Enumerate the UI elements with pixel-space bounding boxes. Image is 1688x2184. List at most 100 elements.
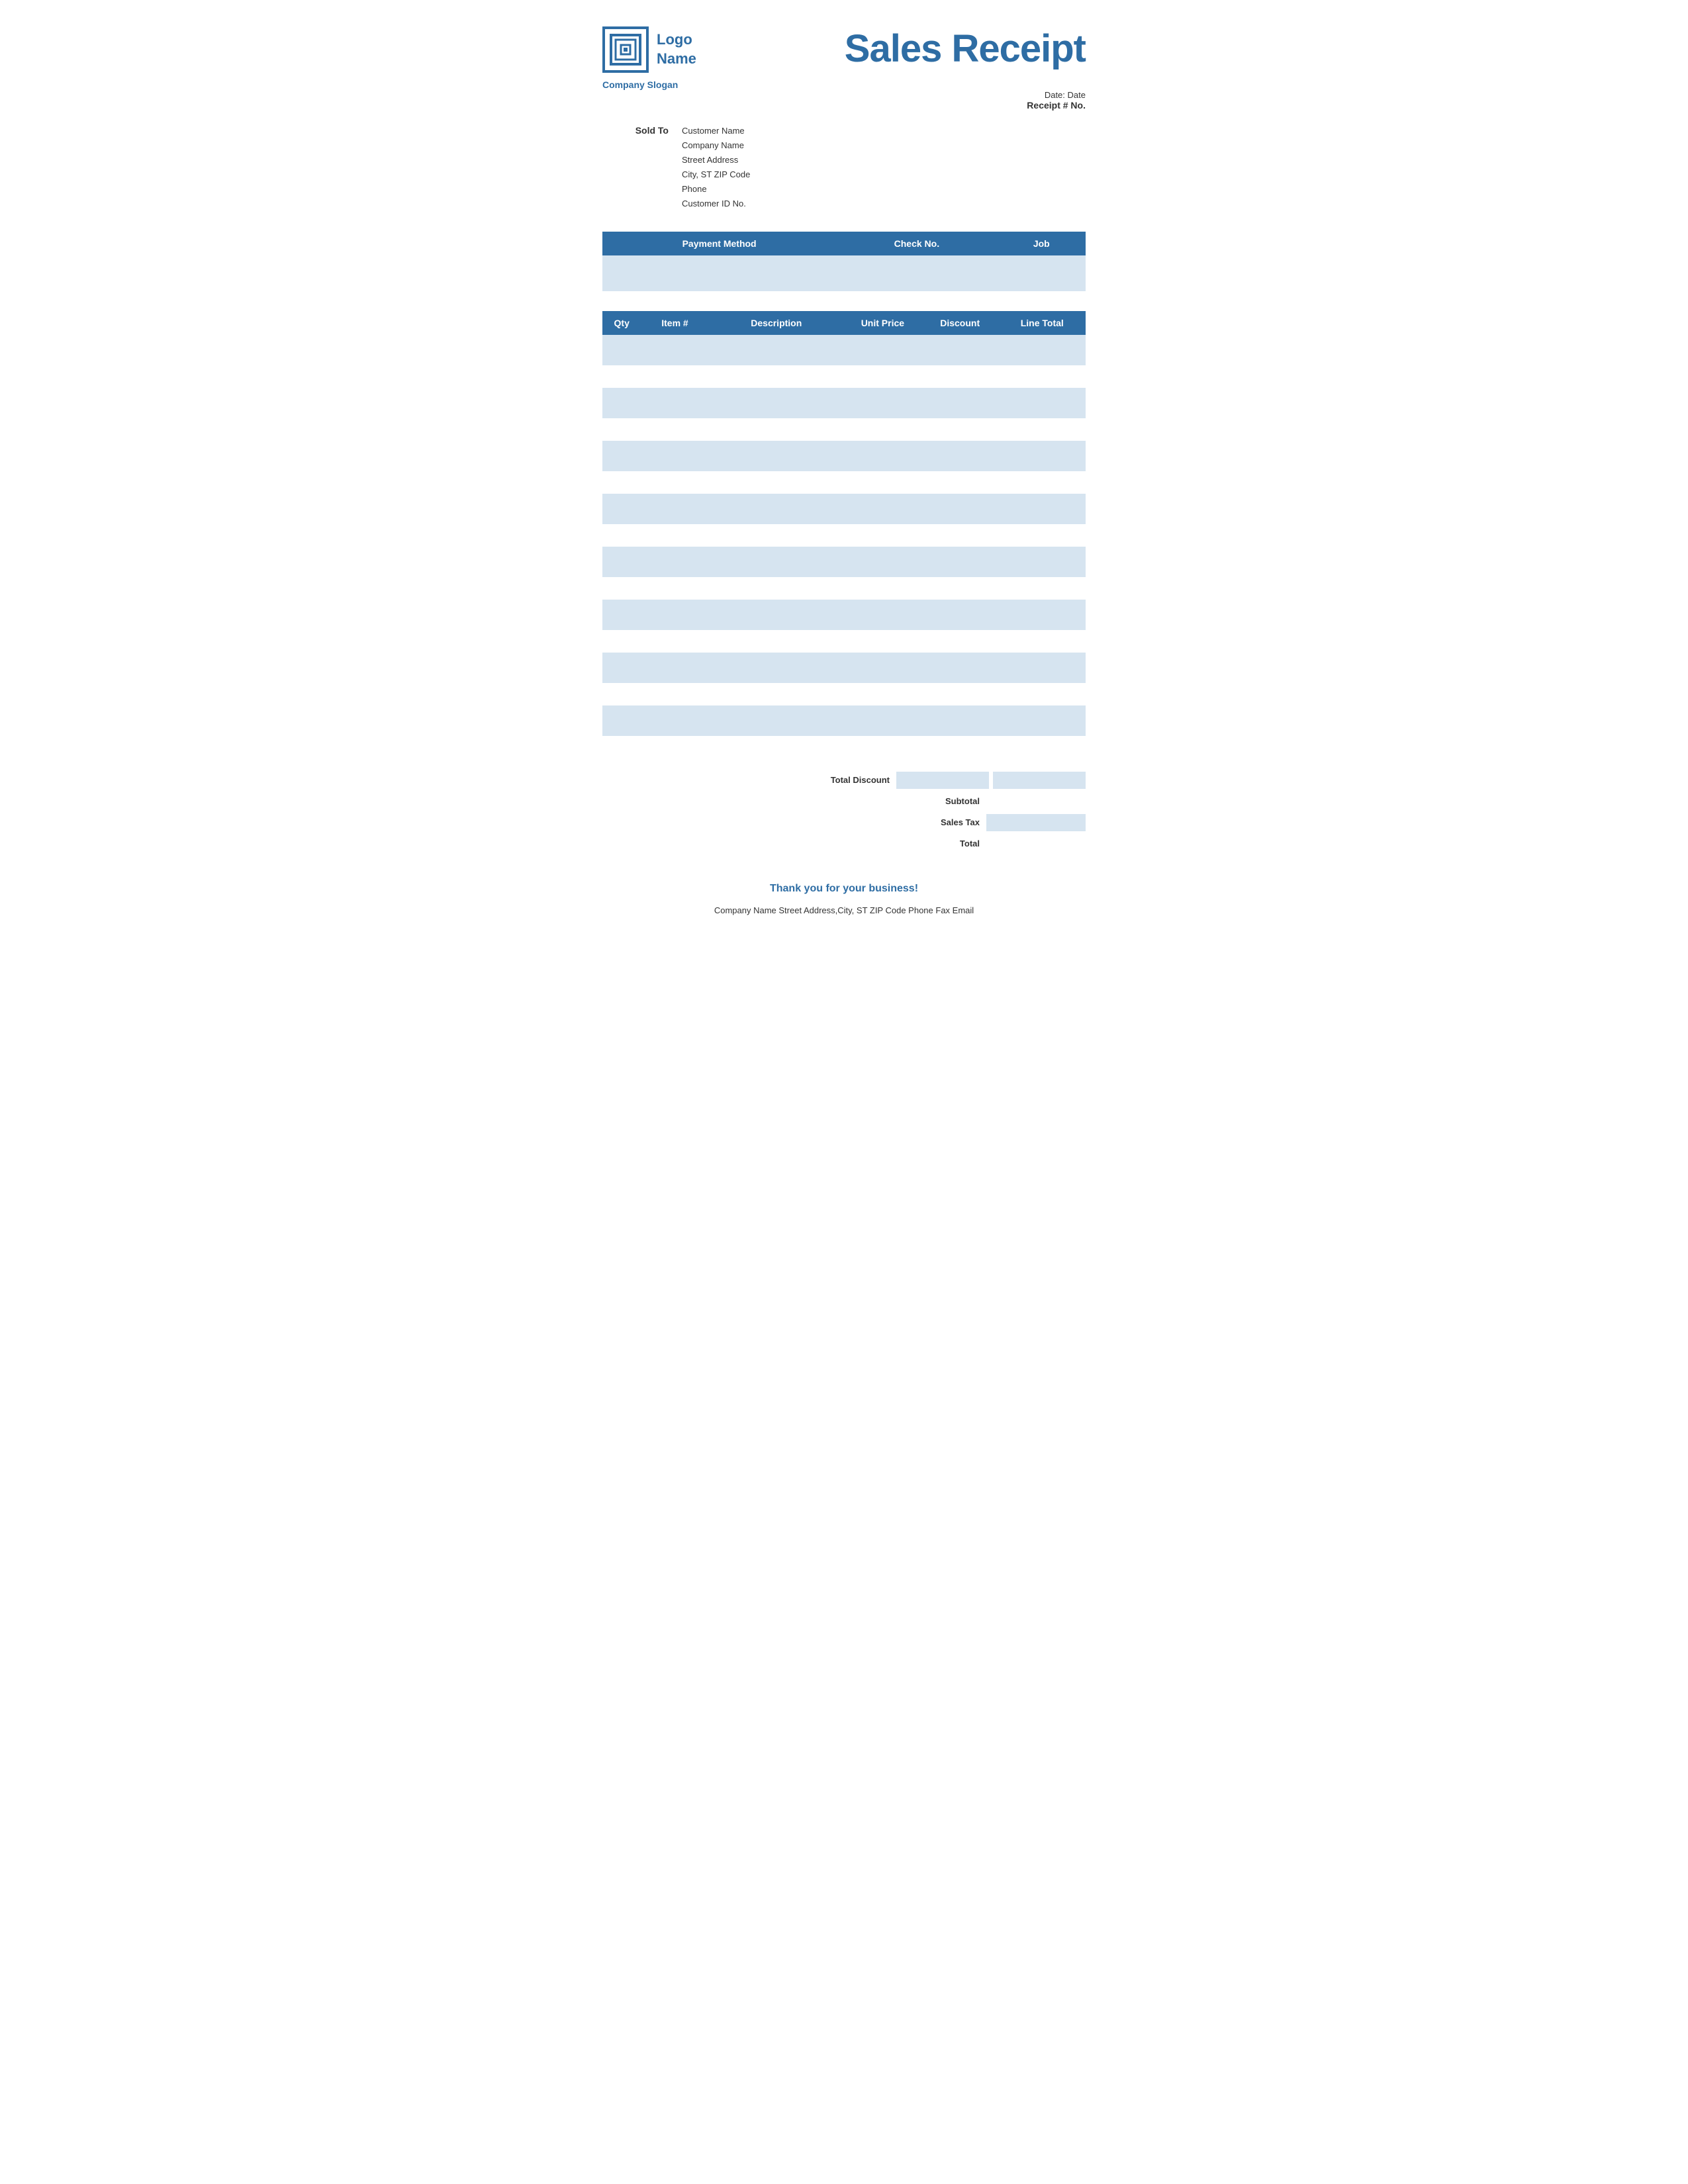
- footer-address: Company Name Street Address,City, ST ZIP…: [602, 905, 1086, 915]
- desc-cell: [709, 494, 844, 525]
- disc-cell: [921, 441, 999, 473]
- items-table: Qty Item # Description Unit Price Discou…: [602, 311, 1086, 758]
- sales-tax-label: Sales Tax: [894, 817, 986, 827]
- unit-cell: [844, 441, 921, 473]
- line-cell: [999, 547, 1086, 578]
- table-row: [602, 388, 1086, 420]
- unit-cell: [844, 494, 921, 525]
- blank-row: [602, 631, 1086, 653]
- street-address: Street Address: [682, 153, 750, 167]
- blank-row: [602, 473, 1086, 494]
- item-header: Item #: [641, 311, 708, 335]
- table-row: [602, 653, 1086, 684]
- total-discount-boxes: [896, 772, 1086, 789]
- check-no-header: Check No.: [836, 232, 997, 255]
- logo-icon: [602, 26, 649, 73]
- total-discount-box2: [993, 772, 1086, 789]
- qty-cell: [602, 547, 641, 578]
- table-row: [602, 441, 1086, 473]
- page-title: Sales Receipt: [845, 26, 1086, 71]
- job-header: Job: [998, 232, 1086, 255]
- total-discount-label: Total Discount: [804, 775, 896, 785]
- desc-cell: [709, 705, 844, 737]
- payment-table: Payment Method Check No. Job: [602, 232, 1086, 291]
- check-no-cell: [836, 255, 997, 291]
- line-total-header: Line Total: [999, 311, 1086, 335]
- blank-row: [602, 420, 1086, 441]
- qty-cell: [602, 441, 641, 473]
- totals-section: Total Discount Subtotal Sales Tax Total: [602, 772, 1086, 856]
- unit-cell: [844, 705, 921, 737]
- unit-price-header: Unit Price: [844, 311, 921, 335]
- table-row: [602, 600, 1086, 631]
- sales-tax-value: [986, 814, 1086, 831]
- customer-name: Customer Name: [682, 124, 750, 138]
- subtotal-row: Subtotal: [808, 793, 1086, 810]
- total-label: Total: [894, 839, 986, 848]
- qty-cell: [602, 653, 641, 684]
- date-label: Date:: [1045, 90, 1065, 100]
- table-row: [602, 494, 1086, 525]
- line-cell: [999, 705, 1086, 737]
- company-slogan: Company Slogan: [602, 79, 1086, 90]
- desc-cell: [709, 388, 844, 420]
- sold-to-info: Customer Name Company Name Street Addres…: [682, 124, 750, 212]
- unit-cell: [844, 600, 921, 631]
- total-discount-box1: [896, 772, 989, 789]
- table-row: [602, 705, 1086, 737]
- date-line: Date: Date: [602, 90, 1086, 100]
- sold-to-label: Sold To: [602, 124, 682, 212]
- totals-table: Total Discount Subtotal Sales Tax Total: [808, 772, 1086, 856]
- unit-cell: [844, 335, 921, 367]
- item-cell: [641, 494, 708, 525]
- disc-cell: [921, 494, 999, 525]
- payment-method-header: Payment Method: [602, 232, 836, 255]
- subtotal-value: [986, 793, 1086, 810]
- total-row: Total: [808, 835, 1086, 852]
- item-cell: [641, 441, 708, 473]
- line-cell: [999, 441, 1086, 473]
- title-area: Sales Receipt: [845, 26, 1086, 71]
- line-cell: [999, 494, 1086, 525]
- logo-area: Logo Name: [602, 26, 696, 73]
- phone: Phone: [682, 182, 750, 197]
- date-value: Date: [1068, 90, 1086, 100]
- sold-to-section: Sold To Customer Name Company Name Stree…: [602, 124, 1086, 212]
- header-section: Logo Name Sales Receipt: [602, 26, 1086, 73]
- desc-cell: [709, 600, 844, 631]
- unit-cell: [844, 653, 921, 684]
- desc-cell: [709, 653, 844, 684]
- job-cell: [998, 255, 1086, 291]
- item-cell: [641, 388, 708, 420]
- table-row: [602, 547, 1086, 578]
- line-cell: [999, 388, 1086, 420]
- qty-cell: [602, 388, 641, 420]
- desc-cell: [709, 335, 844, 367]
- line-cell: [999, 335, 1086, 367]
- total-discount-row: Total Discount: [808, 772, 1086, 789]
- sales-tax-row: Sales Tax: [808, 814, 1086, 831]
- city-state-zip: City, ST ZIP Code: [682, 167, 750, 182]
- item-cell: [641, 705, 708, 737]
- logo-line1: Logo: [657, 30, 696, 50]
- blank-row: [602, 737, 1086, 758]
- line-cell: [999, 653, 1086, 684]
- payment-method-cell: [602, 255, 836, 291]
- item-cell: [641, 653, 708, 684]
- unit-cell: [844, 547, 921, 578]
- item-cell: [641, 547, 708, 578]
- date-receipt-section: Date: Date Receipt # No.: [602, 90, 1086, 111]
- disc-cell: [921, 547, 999, 578]
- blank-row: [602, 684, 1086, 705]
- disc-cell: [921, 388, 999, 420]
- thank-you-message: Thank you for your business!: [602, 883, 1086, 895]
- disc-cell: [921, 653, 999, 684]
- logo-text: Logo Name: [657, 30, 696, 68]
- desc-cell: [709, 547, 844, 578]
- item-cell: [641, 600, 708, 631]
- description-header: Description: [709, 311, 844, 335]
- desc-cell: [709, 441, 844, 473]
- qty-cell: [602, 335, 641, 367]
- qty-header: Qty: [602, 311, 641, 335]
- qty-cell: [602, 705, 641, 737]
